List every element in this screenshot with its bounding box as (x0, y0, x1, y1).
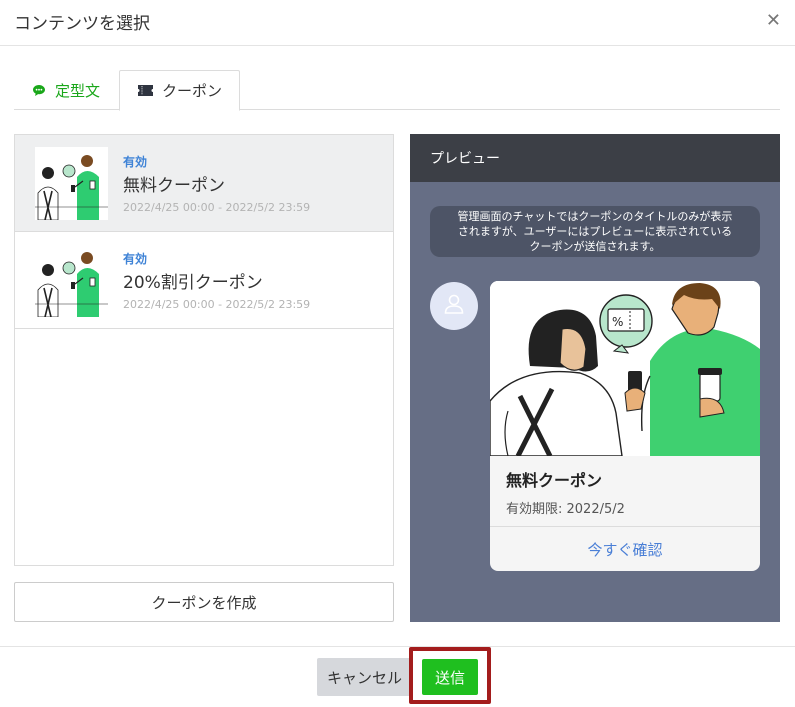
tab-coupon[interactable]: クーポン (119, 70, 240, 111)
tab-bar: 定型文 クーポン (14, 70, 780, 111)
dialog-title: コンテンツを選択 (14, 14, 150, 34)
coupon-thumbnail (35, 147, 108, 220)
avatar (430, 282, 478, 330)
coupon-name: 無料クーポン (123, 176, 225, 196)
user-icon (442, 292, 466, 320)
notice-line: 管理画面のチャットではクーポンのタイトルのみが表示 (457, 210, 733, 223)
card-title: 無料クーポン (506, 471, 603, 490)
preview-notice: 管理画面のチャットではクーポンのタイトルのみが表示 されますが、ユーザーにはプレ… (430, 206, 760, 257)
tab-template-message[interactable]: 定型文 (32, 70, 100, 110)
coupon-period: 2022/4/25 00:00 - 2022/5/2 23:59 (123, 298, 311, 311)
coupon-status: 有効 (123, 252, 148, 266)
ticket-icon (138, 85, 153, 96)
coupon-list-item[interactable]: 有効 無料クーポン 2022/4/25 00:00 - 2022/5/2 23:… (15, 135, 393, 232)
notice-line: されますが、ユーザーにはプレビューに表示されている (457, 225, 733, 238)
svg-text:%: % (612, 315, 623, 329)
tab-label: クーポン (162, 82, 223, 100)
notice-line: クーポンが送信されます。 (529, 240, 661, 253)
coupon-status: 有効 (123, 155, 148, 169)
close-icon[interactable]: ✕ (766, 11, 781, 31)
dialog-header: コンテンツを選択 ✕ (0, 0, 795, 46)
cancel-button[interactable]: キャンセル (317, 658, 412, 696)
chat-bubble-icon (32, 84, 46, 97)
coupon-period: 2022/4/25 00:00 - 2022/5/2 23:59 (123, 201, 311, 214)
card-expiry: 有効期限: 2022/5/2 (506, 502, 625, 517)
coupon-list: 有効 無料クーポン 2022/4/25 00:00 - 2022/5/2 23:… (14, 134, 394, 566)
coupon-name: 20%割引クーポン (123, 273, 263, 293)
preview-panel: プレビュー 管理画面のチャットではクーポンのタイトルのみが表示 されますが、ユー… (410, 134, 780, 622)
create-coupon-button[interactable]: クーポンを作成 (14, 582, 394, 622)
tab-label: 定型文 (55, 81, 101, 100)
preview-header: プレビュー (410, 134, 780, 182)
coupon-thumbnail (35, 244, 108, 317)
check-now-link[interactable]: 今すぐ確認 (490, 527, 760, 571)
send-button[interactable]: 送信 (422, 659, 478, 695)
coupon-preview-card[interactable]: % 無料クーポン 有効期限: 2022/5/2 今すぐ確認 (490, 281, 760, 571)
coupon-image: % (490, 281, 760, 456)
coupon-list-item[interactable]: 有効 20%割引クーポン 2022/4/25 00:00 - 2022/5/2 … (15, 232, 393, 329)
